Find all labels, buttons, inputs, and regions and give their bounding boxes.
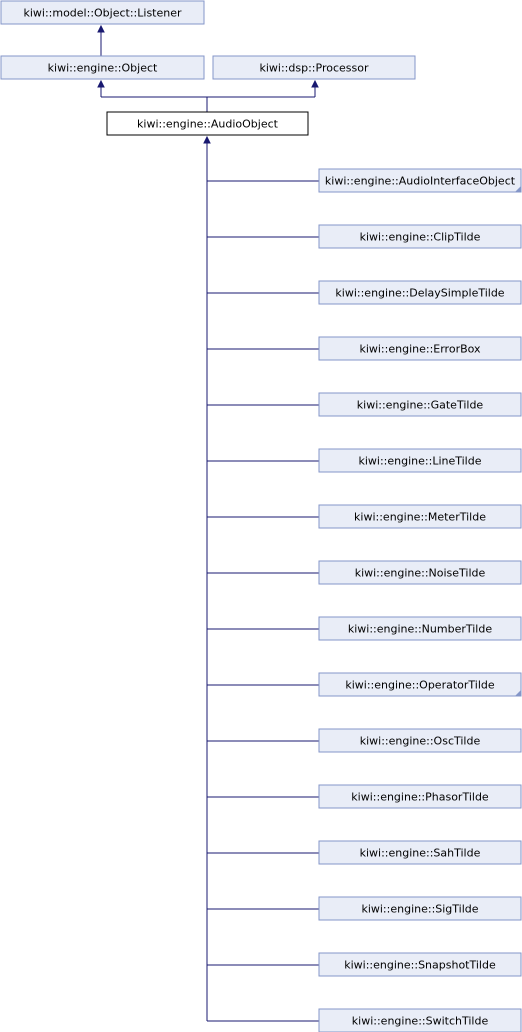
node-object-label: kiwi::engine::Object xyxy=(48,62,158,75)
derived-class-label: kiwi::engine::NoiseTilde xyxy=(355,567,486,580)
derived-class-label: kiwi::engine::AudioInterfaceObject xyxy=(325,175,516,188)
arrow-listener xyxy=(97,24,105,33)
arrow-audioobject xyxy=(203,135,211,144)
derived-class-node[interactable]: kiwi::engine::SnapshotTilde xyxy=(318,952,522,977)
derived-class-node[interactable]: kiwi::engine::SahTilde xyxy=(318,840,522,865)
derived-class-node[interactable]: kiwi::engine::NumberTilde xyxy=(318,616,522,641)
inheritance-diagram: kiwi::model::Object::Listener kiwi::engi… xyxy=(0,0,522,1032)
derived-class-node[interactable]: kiwi::engine::ErrorBox xyxy=(318,336,522,361)
derived-class-label: kiwi::engine::SigTilde xyxy=(361,903,478,916)
derived-edges xyxy=(207,180,319,1022)
derived-class-label: kiwi::engine::MeterTilde xyxy=(354,511,486,524)
derived-class-node[interactable]: kiwi::engine::PhasorTilde xyxy=(318,784,522,809)
derived-class-label: kiwi::engine::OscTilde xyxy=(360,735,481,748)
node-processor[interactable]: kiwi::dsp::Processor xyxy=(212,55,416,80)
node-listener-label: kiwi::model::Object::Listener xyxy=(23,7,182,20)
derived-class-label: kiwi::engine::NumberTilde xyxy=(348,623,492,636)
node-audio-object-label: kiwi::engine::AudioObject xyxy=(137,118,279,131)
node-audio-object: kiwi::engine::AudioObject xyxy=(106,111,309,136)
derived-class-node[interactable]: kiwi::engine::DelaySimpleTilde xyxy=(318,280,522,305)
derived-class-label: kiwi::engine::ErrorBox xyxy=(359,343,481,356)
derived-class-label: kiwi::engine::ClipTilde xyxy=(360,231,481,244)
derived-class-label: kiwi::engine::LineTilde xyxy=(359,455,482,468)
derived-class-node[interactable]: kiwi::engine::OperatorTilde xyxy=(318,672,522,697)
derived-class-node[interactable]: kiwi::engine::OscTilde xyxy=(318,728,522,753)
derived-class-node[interactable]: kiwi::engine::NoiseTilde xyxy=(318,560,522,585)
derived-class-label: kiwi::engine::DelaySimpleTilde xyxy=(335,287,504,300)
derived-class-node[interactable]: kiwi::engine::ClipTilde xyxy=(318,224,522,249)
derived-class-node[interactable]: kiwi::engine::MeterTilde xyxy=(318,504,522,529)
derived-class-node[interactable]: kiwi::engine::SwitchTilde xyxy=(318,1008,522,1032)
derived-class-label: kiwi::engine::OperatorTilde xyxy=(345,679,495,692)
derived-nodes: kiwi::engine::AudioInterfaceObjectkiwi::… xyxy=(318,168,522,1032)
derived-class-node[interactable]: kiwi::engine::GateTilde xyxy=(318,392,522,417)
derived-class-node[interactable]: kiwi::engine::LineTilde xyxy=(318,448,522,473)
arrow-processor xyxy=(311,79,319,88)
derived-class-label: kiwi::engine::SwitchTilde xyxy=(352,1015,489,1028)
node-processor-label: kiwi::dsp::Processor xyxy=(260,62,369,75)
derived-class-node[interactable]: kiwi::engine::AudioInterfaceObject xyxy=(318,168,522,193)
arrow-object xyxy=(97,79,105,88)
derived-class-label: kiwi::engine::PhasorTilde xyxy=(351,791,489,804)
node-listener[interactable]: kiwi::model::Object::Listener xyxy=(0,0,205,25)
derived-class-label: kiwi::engine::GateTilde xyxy=(357,399,484,412)
derived-class-label: kiwi::engine::SnapshotTilde xyxy=(344,959,496,972)
derived-class-label: kiwi::engine::SahTilde xyxy=(360,847,481,860)
node-object[interactable]: kiwi::engine::Object xyxy=(0,55,205,80)
derived-class-node[interactable]: kiwi::engine::SigTilde xyxy=(318,896,522,921)
